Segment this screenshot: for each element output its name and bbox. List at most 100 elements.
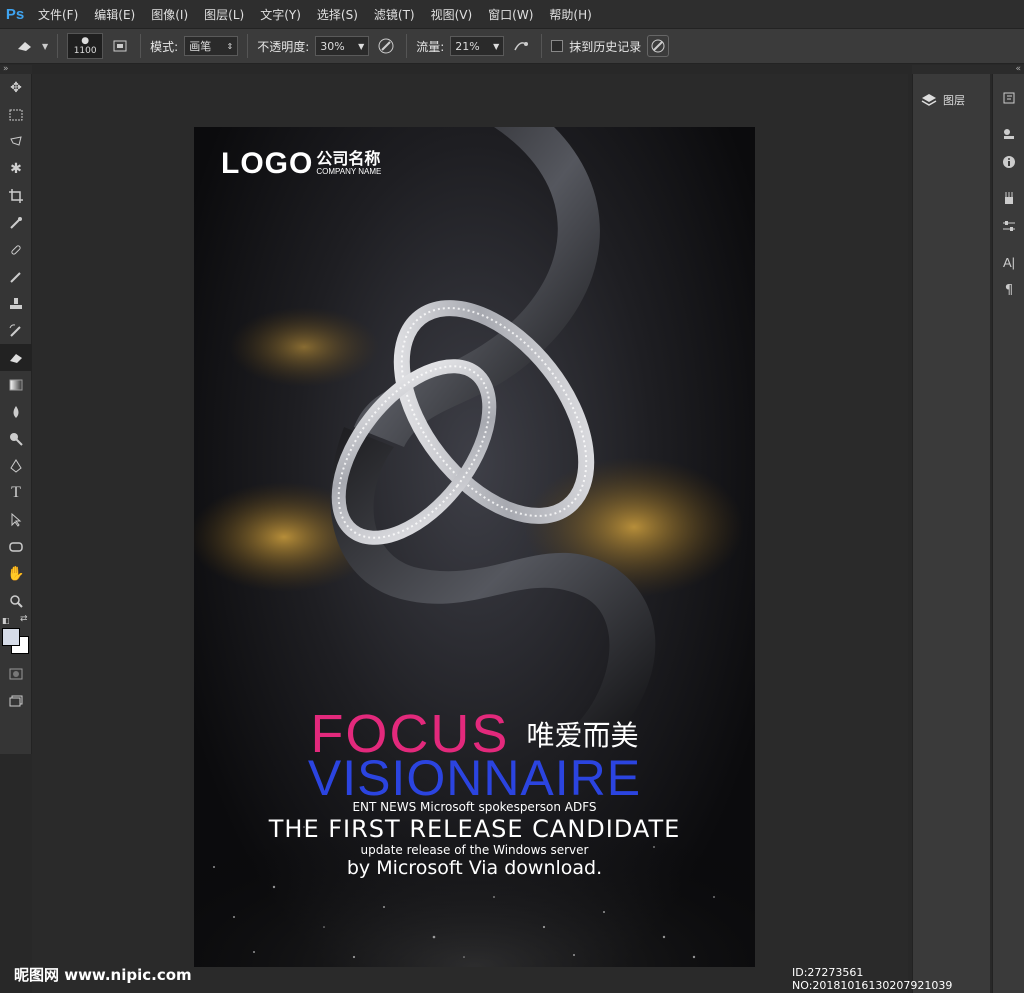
swap-colors-icon[interactable]: ⇄ — [20, 614, 28, 624]
layers-panel-tab[interactable]: 图层 — [913, 74, 990, 108]
chevron-down-icon: ▼ — [358, 41, 365, 51]
marquee-tool-icon[interactable] — [0, 101, 32, 128]
flow-label: 流量: — [416, 39, 445, 54]
panel-icons-dock: A| ¶ — [992, 74, 1024, 993]
mode-label: 模式: — [150, 39, 179, 54]
zoom-tool-icon[interactable] — [0, 587, 32, 614]
hand-tool-icon[interactable]: ✋ — [0, 560, 32, 587]
mode-select[interactable]: 画笔 ⇕ — [184, 36, 239, 56]
menu-filter[interactable]: 滤镜(T) — [366, 6, 423, 23]
toolbar-collapse-strip[interactable]: » — [0, 65, 32, 74]
opacity-select[interactable]: 30% ▼ — [315, 36, 370, 56]
separator — [57, 34, 59, 58]
company-name-cn: 公司名称 — [316, 149, 381, 168]
tagline-4: by Microsoft Via download. — [346, 857, 603, 879]
tagline-2: THE FIRST RELEASE CANDIDATE — [268, 815, 681, 843]
photoshop-window: Ps 文件(F) 编辑(E) 图像(I) 图层(L) 文字(Y) 选择(S) 滤… — [0, 0, 1024, 993]
tagline-3: update release of the Windows server — [360, 843, 589, 857]
lasso-tool-icon[interactable] — [0, 128, 32, 155]
layers-panel-dock: 图层 — [912, 74, 990, 993]
company-name-en: COMPANY NAME — [316, 167, 382, 176]
erase-to-history-label: 抹到历史记录 — [569, 39, 642, 54]
quick-mask-icon[interactable] — [0, 660, 32, 687]
crop-tool-icon[interactable] — [0, 182, 32, 209]
move-tool-icon[interactable]: ✥ — [0, 74, 32, 101]
menu-select[interactable]: 选择(S) — [309, 6, 366, 23]
screen-mode-icon[interactable] — [0, 687, 32, 714]
eraser-tool-icon[interactable] — [0, 344, 32, 371]
menu-type[interactable]: 文字(Y) — [252, 6, 309, 23]
separator — [140, 34, 142, 58]
history-icon[interactable] — [993, 84, 1024, 112]
stepper-icon: ⇕ — [226, 41, 234, 51]
mode-select-value: 画笔 — [189, 40, 212, 53]
opacity-value: 30% — [320, 39, 345, 53]
photoshop-logo: Ps — [5, 5, 25, 23]
properties-icon[interactable] — [993, 120, 1024, 148]
magic-wand-tool-icon[interactable]: ✱ — [0, 155, 32, 182]
layers-icon — [921, 94, 937, 106]
brush-size-picker[interactable]: ● 1100 — [67, 33, 104, 59]
double-chevron-right-icon: » — [3, 64, 9, 74]
watermark-left: 昵图网 www.nipic.com — [14, 966, 192, 984]
gradient-tool-icon[interactable] — [0, 371, 32, 398]
brush-dot-icon: ● — [81, 36, 90, 46]
focus-cn-text: 唯爱而美 — [526, 719, 639, 752]
flow-select[interactable]: 21% ▼ — [450, 36, 505, 56]
menu-edit[interactable]: 编辑(E) — [86, 6, 143, 23]
poster-canvas[interactable]: LOGO 公司名称 COMPANY NAME FOCUS 唯爱而美 VISION… — [194, 127, 755, 967]
brush-panel-icon[interactable] — [109, 35, 131, 57]
blur-tool-icon[interactable] — [0, 398, 32, 425]
rectangle-tool-icon[interactable] — [0, 533, 32, 560]
layers-label: 图层 — [943, 94, 965, 107]
menu-image[interactable]: 图像(I) — [143, 6, 196, 23]
info-icon[interactable] — [993, 148, 1024, 176]
company-logo: LOGO 公司名称 COMPANY NAME — [221, 147, 381, 181]
paragraph-icon[interactable]: ¶ — [993, 276, 1024, 304]
logo-subtitle: 公司名称 COMPANY NAME — [316, 151, 381, 177]
menu-window[interactable]: 窗口(W) — [480, 6, 541, 23]
menu-layer[interactable]: 图层(L) — [196, 6, 252, 23]
panel-collapse-strip[interactable]: « — [912, 65, 1024, 74]
default-colors-icon[interactable]: ◧ — [2, 616, 10, 625]
pressure-size-icon[interactable] — [647, 35, 670, 57]
flow-value: 21% — [455, 39, 480, 53]
type-tool-icon[interactable]: T — [0, 479, 32, 506]
logo-text: LOGO — [221, 147, 314, 180]
character-icon[interactable]: A| — [993, 248, 1024, 276]
watermark-right: ID:27273561 NO:20181016130207921039 — [792, 966, 953, 992]
erase-to-history-checkbox[interactable] — [551, 40, 564, 52]
separator — [541, 34, 543, 58]
healing-brush-tool-icon[interactable] — [0, 236, 32, 263]
headline-visionnaire: VISIONNAIRE — [307, 750, 642, 806]
double-chevron-left-icon: « — [1015, 64, 1021, 74]
history-brush-tool-icon[interactable] — [0, 317, 32, 344]
clone-stamp-tool-icon[interactable] — [0, 290, 32, 317]
pen-tool-icon[interactable] — [0, 452, 32, 479]
eyedropper-tool-icon[interactable] — [0, 209, 32, 236]
eraser-tool-preset-icon[interactable] — [14, 35, 36, 57]
options-bar: ▼ ● 1100 模式: 画笔 ⇕ 不透明度: 30% ▼ 流量: 21% ▼ — [0, 28, 1024, 64]
separator — [406, 34, 408, 58]
menu-bar: Ps 文件(F) 编辑(E) 图像(I) 图层(L) 文字(Y) 选择(S) 滤… — [0, 0, 1024, 28]
gold-dust-top — [229, 307, 379, 387]
brush-tool-icon[interactable] — [0, 263, 32, 290]
tool-settings-icon[interactable] — [993, 212, 1024, 240]
preset-dropdown-arrow-icon[interactable]: ▼ — [42, 42, 48, 51]
separator — [247, 34, 249, 58]
tools-panel: ✥ ✱ T ✋ ◧ ⇄ — [0, 74, 32, 754]
menu-file[interactable]: 文件(F) — [30, 6, 86, 23]
menu-view[interactable]: 视图(V) — [423, 6, 481, 23]
color-swatches: ◧ ⇄ — [0, 614, 31, 660]
opacity-label: 不透明度: — [257, 39, 310, 54]
dodge-tool-icon[interactable] — [0, 425, 32, 452]
airbrush-icon[interactable] — [510, 35, 532, 57]
menu-help[interactable]: 帮助(H) — [541, 6, 599, 23]
brush-size-value: 1100 — [73, 46, 97, 56]
tagline-1: ENT NEWS Microsoft spokesperson ADFS — [352, 800, 597, 814]
foreground-color-swatch[interactable] — [2, 628, 20, 646]
path-selection-tool-icon[interactable] — [0, 506, 32, 533]
brush-presets-icon[interactable] — [993, 184, 1024, 212]
pressure-opacity-icon[interactable] — [375, 35, 397, 57]
chevron-down-icon: ▼ — [493, 41, 500, 51]
